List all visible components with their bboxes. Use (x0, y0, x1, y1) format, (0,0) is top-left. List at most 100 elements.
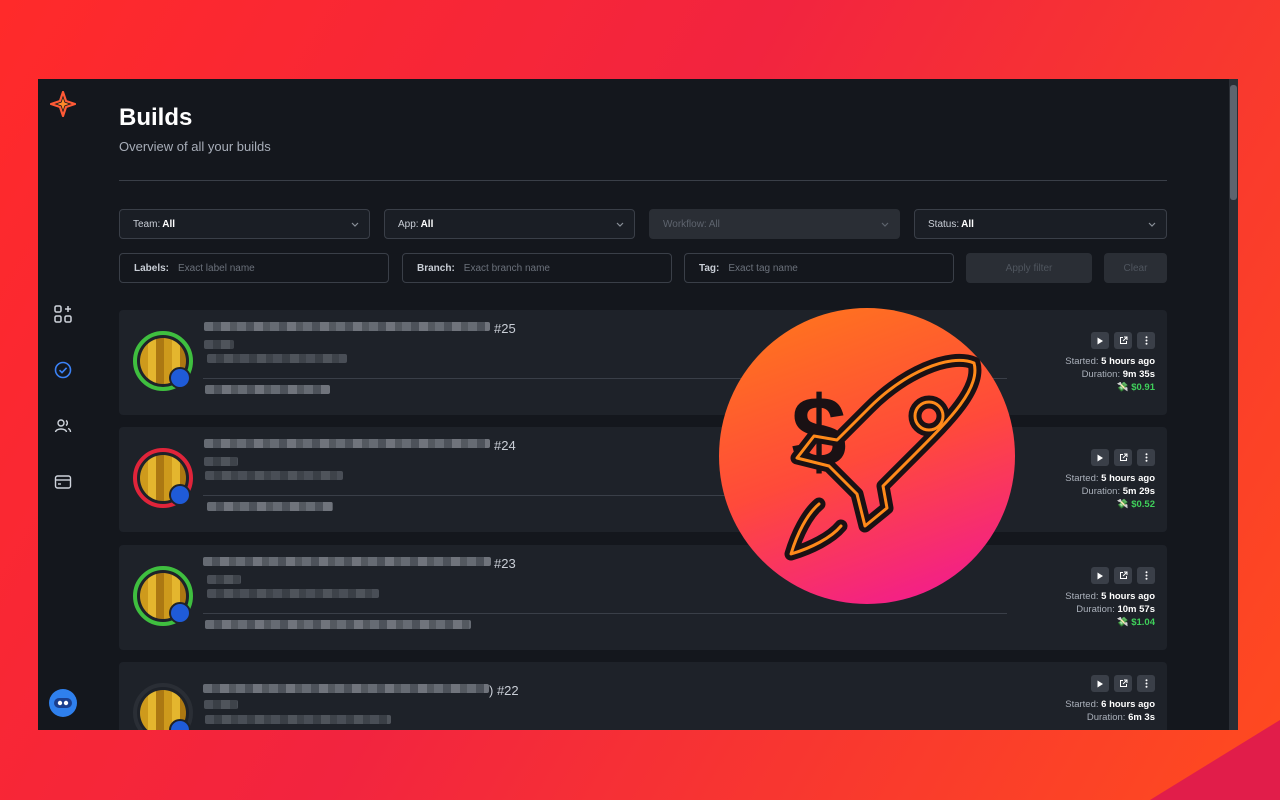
page-subtitle: Overview of all your builds (119, 139, 271, 154)
users-icon[interactable] (52, 415, 74, 437)
redacted-text (207, 575, 241, 584)
header-divider (119, 180, 1167, 181)
redacted-text (203, 684, 489, 693)
redacted-text (203, 557, 491, 566)
more-vertical-icon[interactable] (1137, 449, 1155, 466)
build-cost: $0.91 (1131, 382, 1155, 393)
build-actions (1091, 449, 1155, 466)
money-icon: 💸 (1116, 499, 1129, 510)
status-select-value: All (961, 218, 974, 230)
app-select[interactable]: App: All (384, 209, 635, 239)
workflow-select-label: Workflow: (663, 218, 707, 230)
external-link-icon[interactable] (1114, 675, 1132, 692)
status-select-label: Status: (928, 218, 960, 230)
build-meta: Started: 5 hours ago Duration: 10m 57s 💸… (1065, 590, 1155, 629)
sparkle-logo-icon[interactable] (49, 90, 77, 118)
started-label: Started: (1065, 473, 1099, 484)
card-divider (203, 613, 1007, 614)
play-icon[interactable] (1091, 332, 1109, 349)
build-actions (1091, 332, 1155, 349)
platform-badge (169, 602, 191, 624)
billing-card-icon[interactable] (52, 471, 74, 493)
build-status-avatar (133, 683, 193, 730)
app-select-value: All (420, 218, 434, 230)
build-meta: Started: 5 hours ago Duration: 5m 29s 💸 … (1065, 472, 1155, 511)
build-status-avatar (133, 566, 193, 626)
build-meta: Started: 5 hours ago Duration: 9m 35s 💸 … (1065, 355, 1155, 394)
build-number: #25 (494, 321, 516, 336)
money-icon: 💸 (1116, 617, 1129, 628)
tag-input[interactable] (728, 262, 909, 274)
started-value: 6 hours ago (1101, 699, 1155, 710)
build-actions (1091, 567, 1155, 584)
page-title: Builds (119, 104, 193, 131)
external-link-icon[interactable] (1114, 332, 1132, 349)
build-number: #24 (494, 438, 516, 453)
build-card[interactable]: ) #22 Started: 6 hours ago Duration: 6m … (119, 662, 1167, 730)
money-icon: 💸 (1116, 382, 1129, 393)
team-select[interactable]: Team: All (119, 209, 370, 239)
redacted-text (204, 439, 490, 448)
build-actions (1091, 675, 1155, 692)
redacted-text (204, 322, 490, 331)
check-circle-icon[interactable] (52, 359, 74, 381)
started-label: Started: (1065, 591, 1099, 602)
redacted-text (205, 471, 343, 480)
started-value: 5 hours ago (1101, 591, 1155, 602)
workflow-select-value: All (708, 218, 720, 230)
duration-label: Duration: (1081, 369, 1121, 380)
clear-filter-button[interactable]: Clear (1104, 253, 1167, 283)
more-vertical-icon[interactable] (1137, 567, 1155, 584)
redacted-text (205, 385, 330, 394)
apps-add-icon[interactable] (52, 303, 74, 325)
redacted-text (204, 457, 238, 466)
play-icon[interactable] (1091, 449, 1109, 466)
build-cost: $0.52 (1131, 499, 1155, 510)
started-label: Started: (1065, 356, 1099, 367)
rocket-dollar-icon: $ (719, 308, 1015, 604)
duration-value: 5m 29s (1122, 486, 1155, 497)
branch-input[interactable] (463, 262, 644, 274)
app-window: Builds Overview of all your builds Team:… (38, 79, 1238, 730)
chevron-down-icon (616, 222, 624, 227)
platform-badge (169, 484, 191, 506)
team-select-value: All (162, 218, 176, 230)
duration-label: Duration: (1086, 712, 1126, 723)
labels-input[interactable] (178, 262, 359, 274)
scrollbar[interactable] (1229, 79, 1238, 730)
external-link-icon[interactable] (1114, 449, 1132, 466)
tag-field: Tag: (684, 253, 954, 283)
user-avatar[interactable] (49, 689, 77, 717)
duration-label: Duration: (1076, 604, 1115, 615)
labels-field: Labels: (119, 253, 389, 283)
redacted-text (205, 715, 391, 724)
branch-field: Branch: (402, 253, 672, 283)
scrollbar-thumb[interactable] (1230, 85, 1237, 200)
redacted-text (204, 700, 238, 709)
redacted-text (207, 589, 379, 598)
status-select[interactable]: Status: All (914, 209, 1167, 239)
background-wedge (1150, 720, 1280, 800)
chevron-down-icon (351, 222, 359, 227)
play-icon[interactable] (1091, 675, 1109, 692)
apply-filter-button[interactable]: Apply filter (966, 253, 1092, 283)
labels-field-label: Labels: (134, 262, 170, 274)
build-number: #23 (494, 556, 516, 571)
redacted-text (207, 354, 347, 363)
build-status-avatar (133, 448, 193, 508)
redacted-text (207, 502, 333, 511)
platform-badge (169, 719, 191, 730)
sidebar (38, 79, 88, 730)
external-link-icon[interactable] (1114, 567, 1132, 584)
play-icon[interactable] (1091, 567, 1109, 584)
duration-value: 10m 57s (1117, 604, 1155, 615)
branch-field-label: Branch: (417, 262, 455, 274)
more-vertical-icon[interactable] (1137, 332, 1155, 349)
build-meta: Started: 6 hours ago Duration: 6m 3s (1065, 698, 1155, 724)
redacted-text (205, 620, 471, 629)
started-label: Started: (1065, 699, 1099, 710)
started-value: 5 hours ago (1101, 473, 1155, 484)
more-vertical-icon[interactable] (1137, 675, 1155, 692)
team-select-label: Team: (133, 218, 161, 230)
build-status-avatar (133, 331, 193, 391)
